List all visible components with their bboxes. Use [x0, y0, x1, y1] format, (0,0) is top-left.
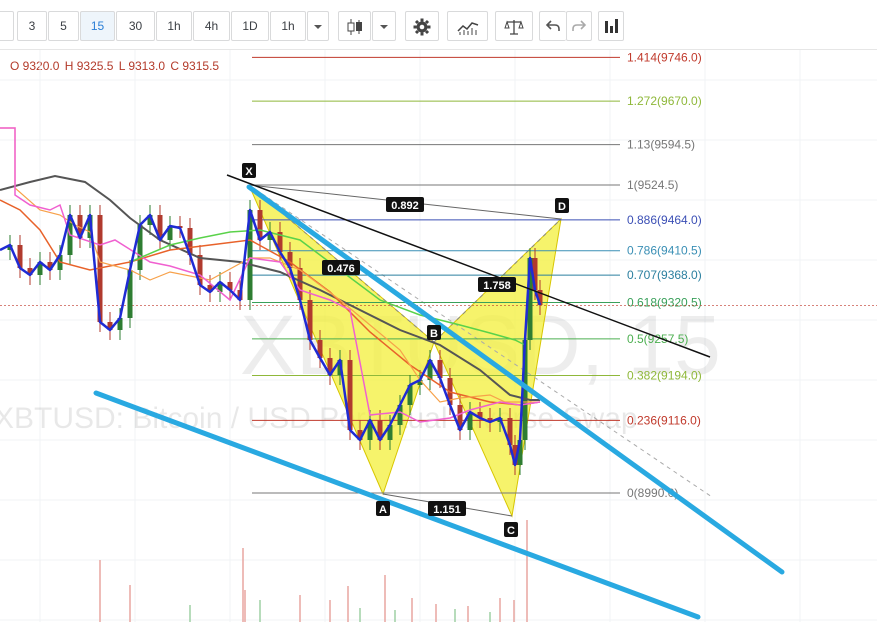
pattern-point-label: X — [245, 166, 253, 178]
chart-toolbar: 3 5 15 30 1h 4h 1D 1h — [0, 0, 877, 50]
pattern-ratio-label: 0.892 — [391, 200, 419, 212]
undo-icon — [545, 20, 560, 31]
indicators-button[interactable] — [447, 11, 488, 41]
compare-button[interactable] — [495, 11, 533, 41]
pattern-ratio-label: 1.151 — [433, 504, 461, 516]
fib-level-label: 0.707(9368.0) — [627, 268, 702, 282]
interval-30-button[interactable]: 30 — [116, 11, 155, 41]
interval-5-button[interactable]: 5 — [48, 11, 79, 41]
undo-button[interactable] — [539, 11, 566, 41]
chevron-down-icon — [314, 25, 322, 29]
indicators-icon — [456, 22, 478, 35]
redo-button[interactable] — [566, 11, 592, 41]
bar-chart-icon — [605, 19, 618, 33]
redo-icon — [572, 20, 587, 31]
fib-level-label: 0.886(9464.0) — [627, 213, 702, 227]
fib-level-label: 0.236(9116.0) — [627, 413, 701, 427]
fib-level-label: 1.13(9594.5) — [627, 138, 695, 152]
pattern-point-label: C — [507, 525, 515, 537]
gear-icon — [413, 18, 431, 36]
watermark-small: XBTUSD: Bitcoin / USD Perpetual Inverse … — [0, 402, 638, 435]
settings-button[interactable] — [405, 11, 439, 41]
fib-level-label: 1.272(9670.0) — [627, 94, 702, 108]
interval-button-partial[interactable] — [0, 11, 14, 41]
interval-1h-button[interactable]: 1h — [156, 11, 192, 41]
scales-icon — [504, 20, 524, 35]
pattern-point-label: D — [558, 201, 566, 213]
fib-level-label: 0.382(9194.0) — [627, 368, 702, 382]
chevron-down-icon — [380, 25, 388, 29]
interval-dropdown-button[interactable]: 1h — [270, 11, 306, 41]
trendlines[interactable] — [93, 174, 785, 620]
fib-level-label: 0.618(9320.5) — [627, 296, 702, 310]
interval-dropdown-chevron[interactable] — [307, 11, 329, 41]
fullscreen-chart-button[interactable] — [598, 11, 624, 41]
interval-1d-button[interactable]: 1D — [231, 11, 269, 41]
pattern-ratio-label: 1.758 — [483, 280, 511, 292]
pattern-ratio-label: 0.476 — [327, 263, 355, 275]
interval-15-button[interactable]: 15 — [80, 11, 115, 41]
pattern-point-label: A — [379, 504, 387, 516]
fib-level-label: 1.414(9746.0) — [627, 50, 702, 64]
fib-level-label: 1(9524.5) — [627, 178, 678, 192]
fib-level-label: 0.786(9410.5) — [627, 244, 702, 258]
chart-type-dropdown[interactable] — [372, 11, 396, 41]
price-chart[interactable]: XBTUSD, 15 XBTUSD: Bitcoin / USD Perpetu… — [0, 50, 877, 622]
fib-level-label: 0.5(9257.5) — [627, 332, 688, 346]
candles-icon — [347, 19, 362, 35]
interval-3-button[interactable]: 3 — [17, 11, 47, 41]
interval-4h-button[interactable]: 4h — [193, 11, 230, 41]
volume-bars — [99, 520, 528, 622]
pattern-point-label: B — [430, 328, 438, 340]
chart-type-button[interactable] — [338, 11, 371, 41]
